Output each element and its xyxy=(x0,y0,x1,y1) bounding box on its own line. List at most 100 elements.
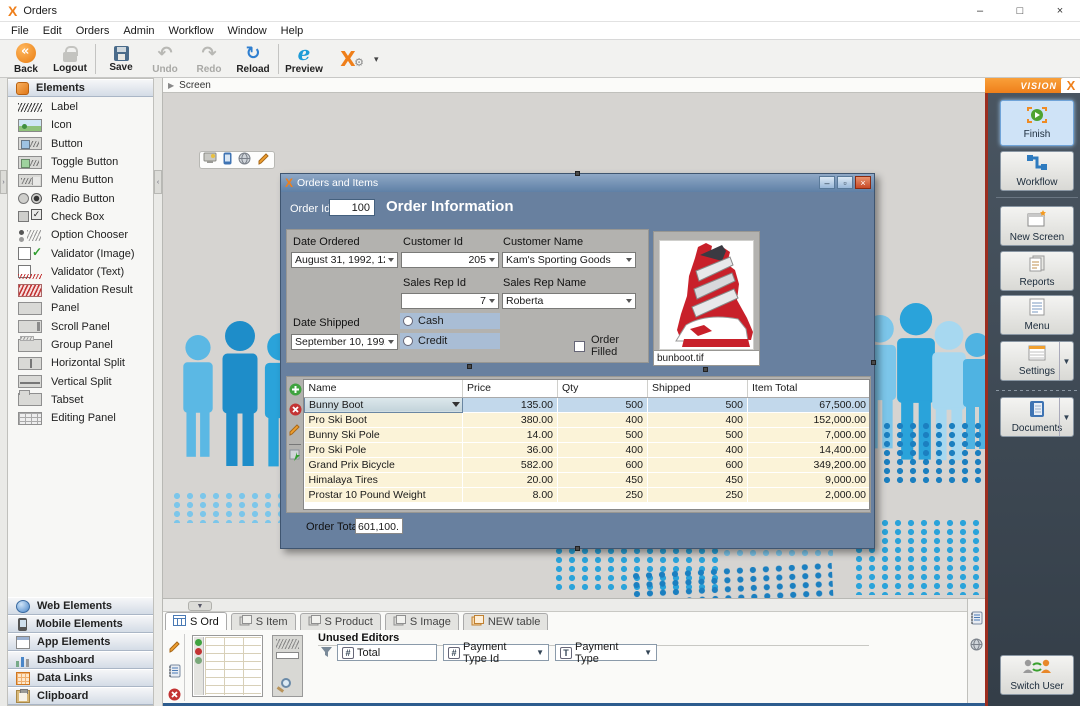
palette-item-vimage[interactable]: Validator (Image) xyxy=(8,244,153,262)
item-value-cell[interactable]: 582.00 xyxy=(463,457,558,472)
item-value-cell[interactable]: 152,000.00 xyxy=(748,412,871,427)
item-value-cell[interactable]: 600 xyxy=(648,457,748,472)
item-value-cell[interactable]: 14,400.00 xyxy=(748,442,871,457)
menu-item-window[interactable]: Window xyxy=(221,23,274,39)
table-row[interactable]: Pro Ski Boot380.00400400152,000.00 xyxy=(305,412,871,427)
desktop-icon[interactable] xyxy=(203,152,217,168)
selection-handle[interactable] xyxy=(467,364,472,369)
edit-icon[interactable] xyxy=(257,152,271,169)
palette-item-scroll[interactable]: Scroll Panel xyxy=(8,318,153,336)
item-value-cell[interactable]: 500 xyxy=(558,397,648,412)
switch-user-button[interactable]: Switch User xyxy=(1000,655,1074,695)
item-value-cell[interactable]: 500 xyxy=(558,427,648,442)
table-row[interactable]: Grand Prix Bicycle582.00600600349,200.00 xyxy=(305,457,871,472)
item-value-cell[interactable]: 135.00 xyxy=(463,397,558,412)
settings-button[interactable]: Settings▼ xyxy=(1000,341,1074,381)
palette-item-radio[interactable]: Radio Button xyxy=(8,189,153,207)
selection-handle[interactable] xyxy=(575,171,580,176)
undo-button[interactable]: Undo xyxy=(143,42,187,76)
customer-name-combo[interactable]: Kam's Sporting Goods xyxy=(502,252,636,268)
column-header-name[interactable]: Name xyxy=(305,380,463,397)
tab-new-table[interactable]: NEW table xyxy=(463,613,549,630)
item-value-cell[interactable]: 500 xyxy=(648,427,748,442)
item-value-cell[interactable]: 500 xyxy=(648,397,748,412)
section-app[interactable]: App Elements xyxy=(8,633,153,651)
redo-button[interactable]: Redo xyxy=(187,42,231,76)
column-header-price[interactable]: Price xyxy=(463,380,558,397)
order-filled-checkbox[interactable] xyxy=(574,341,585,352)
item-value-cell[interactable]: 36.00 xyxy=(463,442,558,457)
close-button[interactable]: × xyxy=(1040,0,1080,22)
selection-handle[interactable] xyxy=(575,546,580,551)
menu-item-orders[interactable]: Orders xyxy=(69,23,117,39)
item-value-cell[interactable]: 8.00 xyxy=(463,487,558,502)
item-name-cell[interactable]: Bunny Boot xyxy=(305,397,463,412)
table-row[interactable]: Bunny Boot135.0050050067,500.00 xyxy=(305,397,871,412)
dialog-maximize-button[interactable]: ▫ xyxy=(837,176,853,189)
workflow-button[interactable]: Workflow xyxy=(1000,151,1074,191)
table-row[interactable]: Himalaya Tires20.004504509,000.00 xyxy=(305,472,871,487)
item-value-cell[interactable]: 400 xyxy=(558,442,648,457)
item-name-cell[interactable]: Pro Ski Boot xyxy=(305,412,463,427)
finish-button[interactable]: Finish xyxy=(1000,100,1074,146)
app-menu-button[interactable] xyxy=(326,42,370,76)
delete-icon[interactable] xyxy=(289,403,302,419)
item-name-cell[interactable]: Himalaya Tires xyxy=(305,472,463,487)
palette-item-button[interactable]: Button xyxy=(8,135,153,153)
item-value-cell[interactable]: 250 xyxy=(558,487,648,502)
table-editor-thumbnail[interactable] xyxy=(192,635,263,697)
menu-item-admin[interactable]: Admin xyxy=(116,23,161,39)
palette-item-group[interactable]: Group Panel xyxy=(8,336,153,354)
documents-button[interactable]: Documents▼ xyxy=(1000,397,1074,437)
save-button[interactable]: Save xyxy=(99,42,143,76)
item-value-cell[interactable]: 450 xyxy=(558,472,648,487)
section-dash[interactable]: Dashboard xyxy=(8,651,153,669)
item-value-cell[interactable]: 400 xyxy=(558,412,648,427)
dropdown-caret-icon[interactable]: ▾ xyxy=(374,54,379,65)
palette-item-vtext[interactable]: Validator (Text) xyxy=(8,263,153,281)
new-screen-button[interactable]: New Screen xyxy=(1000,206,1074,246)
radio-icon[interactable] xyxy=(403,316,413,326)
dropdown-caret-icon[interactable]: ▼ xyxy=(1059,342,1073,380)
item-value-cell[interactable]: 9,000.00 xyxy=(748,472,871,487)
item-value-cell[interactable]: 600 xyxy=(558,457,648,472)
dialog-titlebar[interactable]: X Orders and Items xyxy=(281,174,874,192)
editor-chip-total[interactable]: #Total xyxy=(337,644,437,661)
section-mobile[interactable]: Mobile Elements xyxy=(8,615,153,633)
menu-item-workflow[interactable]: Workflow xyxy=(162,23,221,39)
sales-rep-id-combo[interactable]: 7 xyxy=(401,293,499,309)
edit-icon[interactable] xyxy=(168,640,182,657)
menu-item-file[interactable]: File xyxy=(4,23,36,39)
dialog-close-button[interactable]: × xyxy=(855,176,871,189)
palette-item-toggle[interactable]: Toggle Button xyxy=(8,153,153,171)
item-value-cell[interactable]: 2,000.00 xyxy=(748,487,871,502)
date-shipped-combo[interactable]: September 10, 1992, 1 xyxy=(291,334,398,350)
selection-handle[interactable] xyxy=(703,367,708,372)
tab-s-image[interactable]: S Image xyxy=(385,613,459,630)
item-name-cell[interactable]: Prostar 10 Pound Weight xyxy=(305,487,463,502)
sidebar-collapse-handle[interactable]: ‹ xyxy=(154,170,162,194)
item-name-cell[interactable]: Pro Ski Pole xyxy=(305,442,463,457)
mobile-preview-icon[interactable] xyxy=(223,152,232,168)
tab-s-item[interactable]: S Item xyxy=(231,613,296,630)
item-value-cell[interactable]: 400 xyxy=(648,412,748,427)
column-header-shipped[interactable]: Shipped xyxy=(648,380,748,397)
item-value-cell[interactable]: 7,000.00 xyxy=(748,427,871,442)
screen-tab-label[interactable]: Screen xyxy=(179,80,211,91)
palette-item-editing[interactable]: Editing Panel xyxy=(8,409,153,427)
date-ordered-combo[interactable]: August 31, 1992, 12:00 xyxy=(291,252,398,268)
item-value-cell[interactable]: 380.00 xyxy=(463,412,558,427)
dropdown-caret-icon[interactable]: ▼ xyxy=(1059,398,1073,436)
dialog-minimize-button[interactable]: – xyxy=(819,176,835,189)
tab-s-product[interactable]: S Product xyxy=(300,613,381,630)
delete-icon[interactable] xyxy=(168,688,181,704)
sales-rep-name-combo[interactable]: Roberta xyxy=(502,293,636,309)
orders-and-items-dialog[interactable]: X Orders and Items –▫× Order Id 100 Orde… xyxy=(280,173,875,549)
edit-icon[interactable] xyxy=(288,423,302,440)
radio-icon[interactable] xyxy=(403,336,413,346)
minimize-button[interactable]: – xyxy=(960,0,1000,22)
selection-handle[interactable] xyxy=(871,360,876,365)
filter-icon[interactable] xyxy=(320,646,333,661)
globe-icon[interactable] xyxy=(970,638,983,654)
item-value-cell[interactable]: 14.00 xyxy=(463,427,558,442)
